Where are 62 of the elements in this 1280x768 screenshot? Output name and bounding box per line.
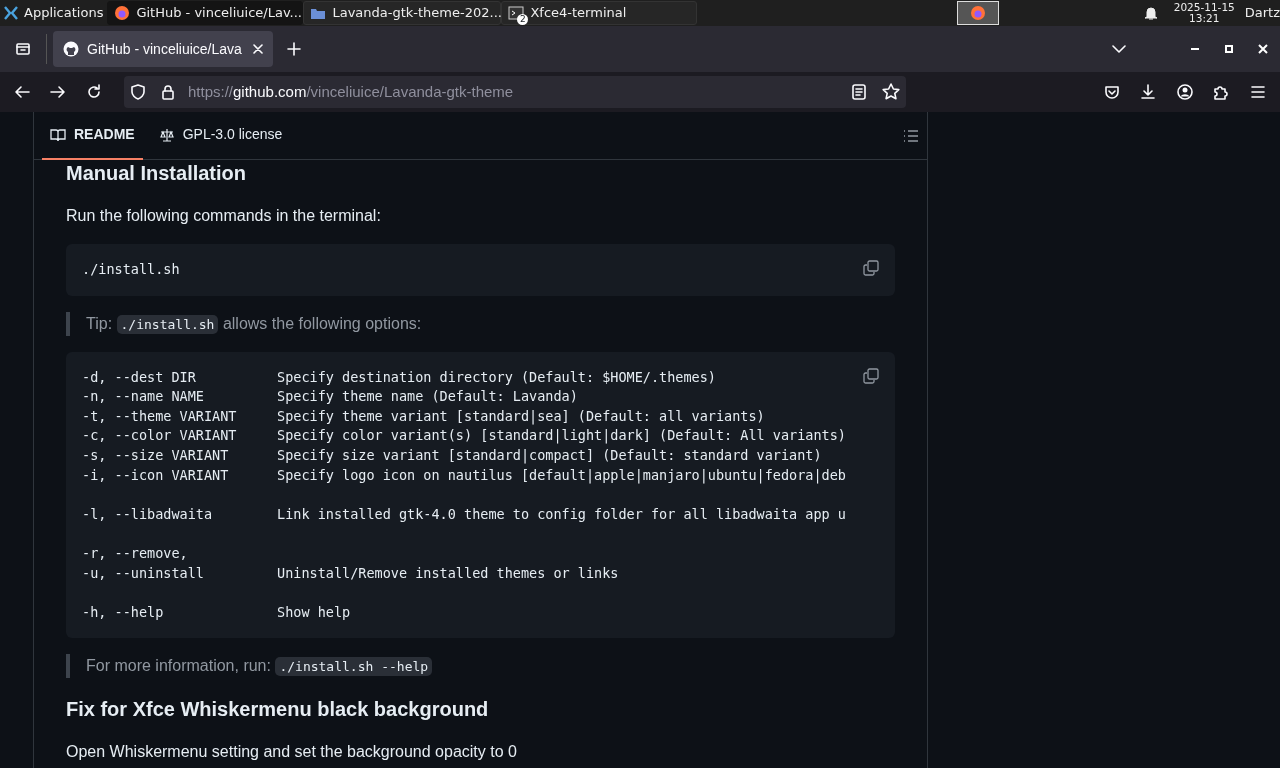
code-line: -d, --dest DIR Specify destination directory (Default: $HOME/.themes) xyxy=(82,367,717,387)
fox-icon xyxy=(114,5,131,21)
star-icon[interactable] xyxy=(882,83,900,101)
tray-app-button[interactable] xyxy=(956,1,999,25)
applications-menu[interactable]: Applications xyxy=(0,1,108,25)
pocket-icon xyxy=(1103,84,1120,100)
paragraph: Open Whiskermenu setting and set the background opacity to 0 xyxy=(66,742,518,763)
taskbar-button[interactable]: GitHub - vinceliuice/Lav... xyxy=(107,1,304,25)
reader-view-icon[interactable] xyxy=(852,84,866,100)
puzzle-icon xyxy=(1213,84,1230,100)
code-line: -l, --libadwaita Link installed gtk-4.0 theme to config folder for all libadwaita app u xyxy=(82,504,846,524)
copy-icon[interactable] xyxy=(863,367,879,384)
readme-tab[interactable]: GPL-3.0 license xyxy=(150,112,291,160)
clock: 2025-11-15 13:21 xyxy=(1173,2,1235,24)
address-bar[interactable]: https://github.com/vinceliuice/Lavanda-gtk-theme xyxy=(124,76,906,108)
code-line: ./install.sh xyxy=(82,260,180,279)
octocat-icon xyxy=(63,41,79,57)
fox-icon xyxy=(969,5,986,21)
browser-tab[interactable]: GitHub - vinceliuice/Lava xyxy=(53,31,273,67)
taskbar-button[interactable]: Lavanda-gtk-theme-202... xyxy=(303,1,502,25)
user-name[interactable]: Dartz xyxy=(1244,3,1280,23)
plus-icon xyxy=(287,42,301,56)
blockquote-text: Tip: ./install.sh allows the following options: xyxy=(66,311,895,336)
account-icon xyxy=(1176,84,1193,100)
code-line: -u, --uninstall Uninstall/Remove installed themes or links xyxy=(82,563,620,583)
inline-code: ./install.sh --help xyxy=(275,657,433,677)
section-heading: Fix for Xfce Whiskermenu black background xyxy=(66,697,490,723)
back-arrow-icon xyxy=(14,84,30,100)
copy-icon[interactable] xyxy=(863,260,879,276)
chevron-down-icon xyxy=(1112,45,1126,53)
code-line: -h, --help Show help xyxy=(82,602,352,622)
readme-tab[interactable]: README xyxy=(42,112,143,160)
maximize-icon xyxy=(1223,43,1235,55)
blockquote-text: For more information, run: ./install.sh --help xyxy=(66,654,895,679)
forward-arrow-icon xyxy=(50,84,66,100)
lock-icon xyxy=(160,84,176,100)
book-icon xyxy=(50,126,66,143)
close-icon[interactable] xyxy=(253,44,263,54)
minimize-icon xyxy=(1189,48,1201,50)
tray-icon xyxy=(15,41,31,57)
code-line: -n, --name NAME Specify theme name (Default: Lavanda) xyxy=(82,387,579,407)
app-logo-icon xyxy=(4,6,18,20)
menu-icon xyxy=(1249,84,1266,100)
code-line: -t, --theme VARIANT Specify theme variant [standard|sea] (Default: all variants) xyxy=(82,406,766,427)
count-badge: 2 xyxy=(517,14,529,25)
outline-list-icon[interactable] xyxy=(903,128,919,143)
close-icon xyxy=(1257,43,1269,55)
url-text: https://github.com/vinceliuice/Lavanda-gtk-theme xyxy=(188,81,515,102)
scale-icon xyxy=(158,126,175,143)
taskbar-button[interactable]: 2 Xfce4-terminal xyxy=(501,1,698,25)
bell-icon[interactable] xyxy=(1143,5,1158,21)
download-icon xyxy=(1140,84,1157,100)
code-line: -s, --size VARIANT Specify size variant [standard|compact] (Default: standard variant) xyxy=(82,445,823,466)
paragraph: Run the following commands in the terminal: xyxy=(66,206,382,226)
code-line: -c, --color VARIANT Specify color variant(s) [standard|light|dark] (Default: All variants) xyxy=(82,426,846,446)
code-line: -i, --icon VARIANT Specify logo icon on nautilus [default|apple|manjaro|ubuntu|fedora|deb xyxy=(82,465,846,486)
inline-code: ./install.sh xyxy=(116,314,219,334)
section-heading: Manual Installation xyxy=(66,161,248,186)
reload-icon xyxy=(86,84,102,100)
code-line: -r, --remove, xyxy=(82,543,189,563)
terminal-icon xyxy=(508,5,525,21)
shield-icon xyxy=(130,84,146,100)
